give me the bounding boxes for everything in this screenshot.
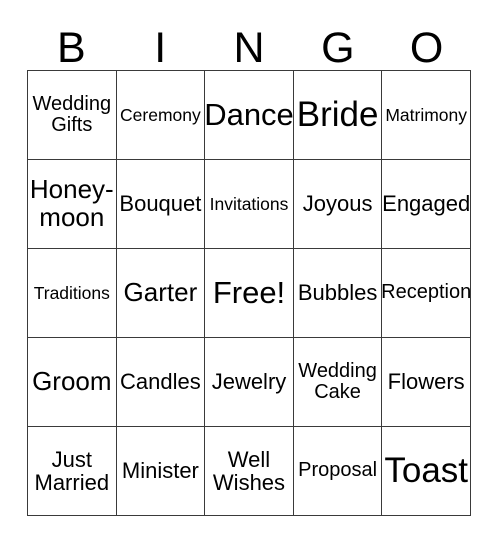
bingo-card: B I N G O Wedding Gifts Ceremony Dance Brid… bbox=[0, 0, 500, 544]
bingo-cell-label: Honey- moon bbox=[29, 174, 114, 232]
bingo-cell[interactable]: Jewelry bbox=[205, 338, 294, 427]
bingo-cell-label: Dance bbox=[205, 96, 294, 132]
bingo-cell-label: Flowers bbox=[387, 369, 465, 395]
bingo-cell[interactable]: Traditions bbox=[28, 249, 117, 338]
bingo-cell-label: Toast bbox=[384, 451, 469, 491]
bingo-header-cell-n: N bbox=[205, 16, 294, 70]
bingo-cell[interactable]: Candles bbox=[116, 338, 206, 427]
bingo-cell-label: Jewelry bbox=[211, 369, 287, 395]
bingo-cell[interactable]: Well Wishes bbox=[205, 427, 294, 516]
bingo-cell[interactable]: Toast bbox=[382, 427, 471, 516]
bingo-cell[interactable]: Dance bbox=[205, 71, 294, 160]
bingo-cell[interactable]: Flowers bbox=[382, 338, 471, 427]
bingo-cell-label: Free! bbox=[212, 274, 286, 310]
bingo-cell-label: Bride bbox=[296, 95, 379, 135]
bingo-cell[interactable]: Groom bbox=[28, 338, 117, 427]
bingo-cell[interactable]: Ceremony bbox=[116, 71, 206, 160]
bingo-header-cell-o: O bbox=[382, 16, 471, 70]
bingo-cell[interactable]: Free! bbox=[205, 249, 294, 338]
bingo-cell-label: Ceremony bbox=[120, 104, 201, 125]
bingo-cell-label: Groom bbox=[32, 366, 112, 397]
bingo-cell-label: Engaged bbox=[382, 191, 471, 217]
bingo-header-cell-g: G bbox=[293, 16, 382, 70]
bingo-cell-label: Bouquet bbox=[119, 191, 202, 217]
bingo-cell[interactable]: Proposal bbox=[293, 427, 383, 516]
bingo-header-cell-i: I bbox=[116, 16, 205, 70]
bingo-cell[interactable]: Wedding Gifts bbox=[28, 71, 117, 160]
bingo-grid: Wedding Gifts Ceremony Dance Bride Matrimony… bbox=[27, 70, 471, 516]
bingo-cell-label: Matrimony bbox=[385, 104, 468, 125]
bingo-cell[interactable]: Honey- moon bbox=[28, 160, 117, 249]
bingo-cell-label: Minister bbox=[121, 458, 199, 484]
bingo-header-letter-b: B bbox=[57, 24, 86, 72]
bingo-cell-label: Garter bbox=[123, 277, 198, 308]
bingo-cell[interactable]: Minister bbox=[116, 427, 206, 516]
bingo-header-letter-g: G bbox=[321, 24, 355, 72]
bingo-header-letter-i: I bbox=[154, 24, 167, 72]
bingo-header-cell-b: B bbox=[27, 16, 116, 70]
bingo-cell-label: Wedding Cake bbox=[298, 359, 377, 403]
bingo-header-letter-o: O bbox=[409, 24, 444, 72]
bingo-cell[interactable]: Bubbles bbox=[293, 249, 383, 338]
bingo-cell-label: Well Wishes bbox=[212, 446, 286, 495]
bingo-cell-label: Candles bbox=[120, 369, 201, 395]
bingo-cell[interactable]: Bride bbox=[293, 71, 383, 160]
bingo-header: B I N G O bbox=[27, 16, 471, 70]
bingo-cell-label: Joyous bbox=[302, 191, 373, 217]
bingo-cell-label: Invitations bbox=[209, 193, 289, 214]
bingo-cell[interactable]: Engaged bbox=[382, 160, 471, 249]
bingo-cell[interactable]: Invitations bbox=[205, 160, 294, 249]
bingo-cell-label: Just Married bbox=[34, 446, 110, 495]
bingo-cell[interactable]: Reception bbox=[382, 249, 471, 338]
bingo-cell[interactable]: Joyous bbox=[293, 160, 383, 249]
bingo-cell[interactable]: Wedding Cake bbox=[293, 338, 383, 427]
bingo-cell-label: Traditions bbox=[33, 282, 110, 303]
bingo-header-letter-n: N bbox=[233, 24, 265, 72]
bingo-cell-label: Reception bbox=[382, 281, 471, 304]
bingo-cell-label: Bubbles bbox=[297, 280, 378, 306]
bingo-cell-label: Wedding Gifts bbox=[32, 92, 112, 136]
bingo-cell[interactable]: Garter bbox=[116, 249, 206, 338]
bingo-cell[interactable]: Just Married bbox=[28, 427, 117, 516]
bingo-cell-label: Proposal bbox=[298, 459, 378, 482]
bingo-cell[interactable]: Matrimony bbox=[382, 71, 471, 160]
bingo-cell[interactable]: Bouquet bbox=[116, 160, 206, 249]
